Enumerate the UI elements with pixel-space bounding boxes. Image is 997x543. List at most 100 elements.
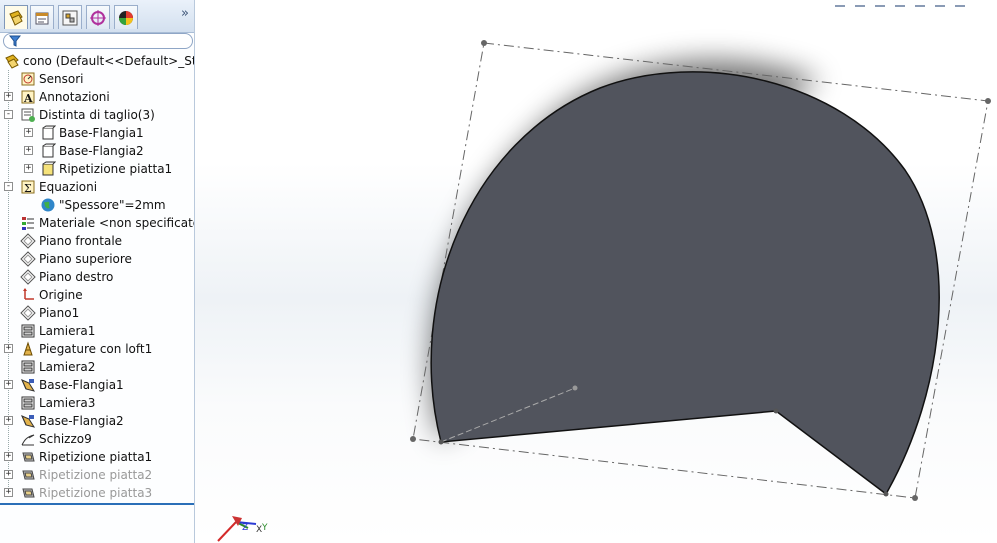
tree-item-label: Piano1	[39, 306, 80, 320]
filter-icon	[9, 35, 21, 47]
tree-item[interactable]: + Ripetizione piatta2	[0, 466, 194, 484]
plane-icon	[20, 251, 36, 267]
tree-item-label: Distinta di taglio(3)	[39, 108, 155, 122]
vertex-point	[883, 491, 889, 497]
svg-text:A: A	[23, 92, 33, 105]
tree-item-label: Piegature con loft1	[39, 342, 153, 356]
graphics-area[interactable]	[195, 0, 997, 543]
tree-item[interactable]: Materiale <non specificato>	[0, 214, 195, 232]
sketch-icon	[21, 434, 35, 446]
globe-icon	[41, 198, 55, 212]
part-face[interactable]	[430, 71, 940, 496]
tree-item[interactable]: + Ripetizione piatta1	[0, 160, 194, 178]
expand-toggle[interactable]: +	[4, 452, 13, 461]
tree-item[interactable]: + Base-Flangia2	[0, 142, 194, 160]
tree-item[interactable]: Piano superiore	[0, 250, 194, 268]
tree-item-label: Lamiera1	[39, 324, 96, 338]
expand-toggle[interactable]: +	[4, 380, 13, 389]
property-manager-tab[interactable]	[30, 5, 54, 29]
expand-toggle[interactable]: +	[4, 344, 13, 353]
property-manager-icon	[35, 12, 49, 24]
sensor-icon	[21, 72, 35, 86]
tree-item-label: "Spessore"=2mm	[59, 198, 166, 212]
configuration-manager-icon	[62, 10, 78, 25]
tree-item-label: Lamiera3	[39, 396, 96, 410]
tree-item-label: Piano destro	[39, 270, 114, 284]
tree-item[interactable]: + Piegature con loft1	[0, 340, 194, 358]
expand-toggle[interactable]: +	[4, 470, 13, 479]
tree-item-label: cono (Default<<Default>_Stato	[23, 54, 195, 68]
solid-body-icon	[42, 143, 56, 158]
tree-item[interactable]: "Spessore"=2mm	[0, 196, 194, 214]
plane-icon	[20, 305, 36, 321]
collapse-toggle[interactable]: -	[4, 182, 13, 191]
tree-item-label: Base-Flangia1	[39, 378, 124, 392]
box-corner	[481, 40, 487, 46]
tree-item[interactable]: - Distinta di taglio(3)	[0, 106, 194, 124]
tree-filter-input[interactable]	[3, 33, 193, 49]
box-corner	[985, 98, 991, 104]
tree-item[interactable]: Schizzo9	[0, 430, 194, 448]
lofted-bend-icon	[23, 341, 33, 356]
tree-root[interactable]: cono (Default<<Default>_Stato	[0, 52, 195, 70]
configuration-manager-tab[interactable]	[58, 5, 82, 29]
material-icon	[22, 217, 34, 230]
vertex-point	[773, 408, 779, 414]
tree-item[interactable]: + Base-Flangia1	[0, 376, 194, 394]
cutlist-icon	[21, 108, 35, 122]
tree-item[interactable]: Origine	[0, 286, 194, 304]
triad-z-label: Z	[242, 523, 248, 533]
expand-toggle[interactable]: +	[24, 146, 33, 155]
collapse-toggle[interactable]: -	[4, 110, 13, 119]
tree-item[interactable]: + Ripetizione piatta1	[0, 448, 194, 466]
tree-item-label: Materiale <non specificato>	[39, 216, 195, 230]
dimxpert-manager-tab[interactable]	[86, 5, 110, 29]
tree-item-label: Origine	[39, 288, 83, 302]
tab-overflow-button[interactable]: »	[181, 6, 189, 21]
box-corner	[912, 495, 918, 501]
reference-triad: X Y Z	[217, 516, 268, 542]
tree-item-label: Ripetizione piatta2	[39, 468, 153, 482]
tree-item[interactable]: Sensori	[0, 70, 194, 88]
expand-toggle[interactable]: +	[24, 128, 33, 137]
svg-text:Σ: Σ	[24, 182, 32, 195]
display-manager-tab[interactable]	[114, 5, 138, 29]
tree-item-label: Schizzo9	[39, 432, 92, 446]
sketch-point	[572, 385, 578, 391]
flat-body-icon	[42, 161, 56, 176]
origin-icon	[23, 288, 34, 300]
sheetmetal-icon	[21, 360, 35, 374]
tree-item[interactable]: Piano destro	[0, 268, 194, 286]
plane-icon	[20, 269, 36, 285]
expand-toggle[interactable]: +	[4, 416, 13, 425]
feature-manager-tab[interactable]	[4, 5, 28, 29]
tree-item[interactable]: Lamiera2	[0, 358, 194, 376]
base-flange-icon	[21, 379, 36, 392]
flatten-icon	[22, 488, 35, 498]
tree-item[interactable]: + Base-Flangia2	[0, 412, 194, 430]
tree-item[interactable]: Piano frontale	[0, 232, 194, 250]
tree-item-label: Base-Flangia1	[59, 126, 144, 140]
display-manager-icon	[119, 10, 133, 25]
expand-toggle[interactable]: +	[4, 92, 13, 101]
panel-divider	[0, 503, 194, 505]
dimxpert-icon	[90, 9, 106, 26]
tree-item[interactable]: Piano1	[0, 304, 194, 322]
sheetmetal-icon	[21, 324, 35, 338]
tree-item-label: Ripetizione piatta1	[39, 450, 153, 464]
tree-item-label: Equazioni	[39, 180, 98, 194]
tree-item[interactable]: Lamiera3	[0, 394, 194, 412]
sheetmetal-icon	[21, 396, 35, 410]
base-flange-icon	[21, 415, 36, 428]
flatten-icon	[22, 452, 35, 462]
tree-item[interactable]: + Base-Flangia1	[0, 124, 194, 142]
expand-toggle[interactable]: +	[24, 164, 33, 173]
tree-item-label: Lamiera2	[39, 360, 96, 374]
tree-item[interactable]: + Ripetizione piatta3	[0, 484, 194, 502]
tree-item[interactable]: Lamiera1	[0, 322, 194, 340]
expand-toggle[interactable]: +	[4, 488, 13, 497]
tree-item[interactable]: + A Annotazioni	[0, 88, 194, 106]
tree-item[interactable]: - Σ Equazioni	[0, 178, 194, 196]
equation-icon: Σ	[21, 180, 35, 195]
part-icon	[5, 54, 19, 69]
